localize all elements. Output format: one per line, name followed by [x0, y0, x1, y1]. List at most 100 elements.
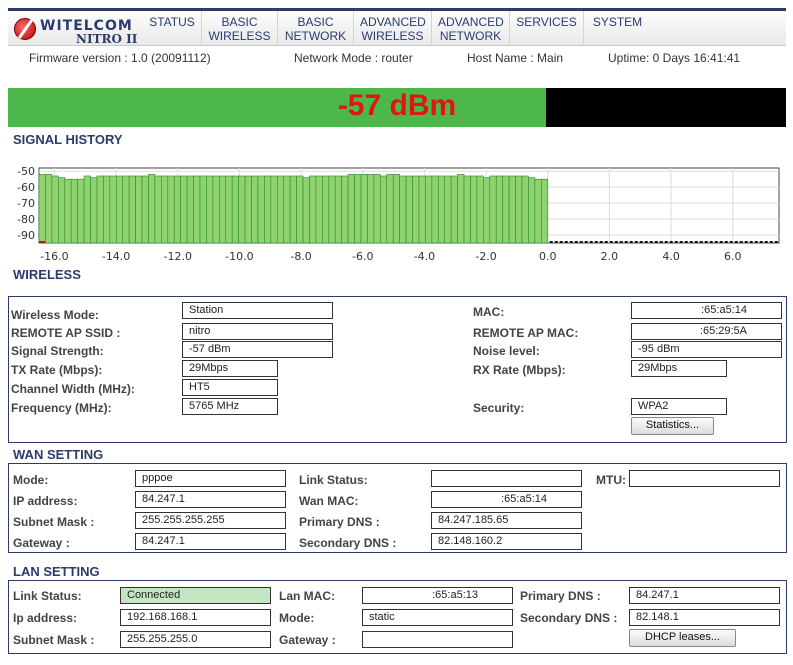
- brand-globe-icon: [14, 18, 36, 40]
- signal-bar: [425, 175, 433, 244]
- firmware-version: Firmware version : 1.0 (20091112): [29, 51, 211, 65]
- signal-bar: [276, 175, 285, 244]
- witelcom-logo[interactable]: WITELCOM NITRO II: [12, 14, 142, 46]
- x-tick-label: 6.0: [724, 250, 742, 263]
- wan-panel: Mode: pppoe IP address: 84.247.1 Subnet …: [8, 463, 787, 553]
- signal-bar: [257, 175, 265, 244]
- noise-level-label: Noise level:: [473, 344, 540, 358]
- signal-bar: [347, 174, 355, 244]
- signal-bar: [96, 175, 104, 244]
- signal-bar: [502, 175, 510, 244]
- x-tick-label: 4.0: [662, 250, 680, 263]
- wan-mtu-label: MTU:: [596, 473, 626, 487]
- signal-bar: [495, 175, 503, 244]
- signal-bar: [58, 177, 66, 244]
- wan-secondary-dns-field: 82.148.160.2: [431, 533, 582, 550]
- nav-advanced-wireless-line1: ADVANCED: [360, 15, 426, 29]
- security-field: WPA2: [631, 398, 727, 415]
- nav-basic-network-line1: BASIC: [297, 15, 334, 29]
- signal-bar: [283, 175, 291, 244]
- wireless-mode-field: Station: [182, 302, 333, 319]
- signal-bar: [489, 175, 497, 244]
- nav-basic-wireless-line2: WIRELESS: [208, 29, 271, 43]
- nav-status[interactable]: STATUS: [143, 11, 201, 46]
- signal-bar: [386, 174, 394, 244]
- signal-bar: [122, 175, 130, 244]
- dhcp-leases-button[interactable]: DHCP leases...: [629, 629, 736, 647]
- nav-system[interactable]: SYSTEM: [583, 11, 651, 46]
- signal-bar: [135, 175, 143, 244]
- signal-bar: [528, 177, 536, 244]
- signal-bar: [251, 175, 259, 244]
- nav-basic-wireless[interactable]: BASIC WIRELESS: [201, 11, 277, 46]
- signal-bar: [103, 175, 111, 244]
- signal-bar: [83, 175, 91, 244]
- wan-section-title: WAN SETTING: [13, 447, 104, 462]
- y-tick-label: -60: [17, 181, 35, 194]
- signal-bar: [180, 175, 188, 244]
- signal-bar: [128, 175, 136, 244]
- wan-mode-field: pppoe: [135, 470, 286, 487]
- rx-rate-field: 29Mbps: [631, 360, 727, 377]
- nav-advanced-network-line2: NETWORK: [439, 29, 502, 43]
- lan-secondary-dns-label: Secondary DNS :: [520, 611, 618, 625]
- signal-bar: [148, 174, 156, 244]
- lan-primary-dns-field: 84.247.1: [629, 587, 780, 604]
- wan-gateway-field: 84.247.1: [135, 533, 286, 550]
- lan-mac-label: Lan MAC:: [279, 589, 335, 603]
- signal-bar: [173, 175, 181, 244]
- signal-bar: [296, 175, 304, 244]
- signal-bar: [541, 178, 549, 244]
- wan-secondary-dns-label: Secondary DNS :: [299, 536, 397, 550]
- signal-bar: [405, 175, 413, 244]
- signal-bar: [109, 175, 117, 244]
- signal-bar: [70, 178, 78, 244]
- lan-mode-field: static: [362, 609, 513, 626]
- lan-panel: Link Status: Connected Ip address: 192.1…: [8, 580, 787, 654]
- mac-field: :65:a5:14: [631, 302, 782, 319]
- mac-label: MAC:: [473, 305, 505, 319]
- wan-subnet-label: Subnet Mask :: [13, 515, 95, 529]
- signal-bar: [225, 175, 233, 244]
- signal-bar: [412, 175, 420, 244]
- lan-mode-label: Mode:: [279, 611, 315, 625]
- wan-subnet-field: 255.255.255.255: [135, 512, 286, 529]
- signal-bar: [51, 175, 59, 244]
- lan-gateway-label: Gateway :: [279, 633, 336, 647]
- signal-strength-field: -57 dBm: [182, 341, 333, 358]
- signal-bar: [141, 175, 149, 244]
- signal-bar: [399, 175, 407, 244]
- frequency-label: Frequency (MHz):: [11, 401, 112, 415]
- signal-bar: [521, 175, 529, 244]
- signal-bar: [322, 175, 330, 244]
- wan-mac-field: :65:a5:14: [431, 491, 582, 508]
- signal-bar: [367, 174, 375, 244]
- nav-basic-wireless-line1: BASIC: [221, 15, 258, 29]
- signal-bar: [38, 174, 46, 244]
- y-tick-label: -50: [17, 165, 35, 178]
- signal-bar: [167, 175, 175, 244]
- security-label: Security:: [473, 401, 525, 415]
- signal-bar: [483, 177, 491, 244]
- x-tick-label: -10.0: [225, 250, 253, 263]
- signal-bar: [309, 175, 317, 244]
- nav-services-label: SERVICES: [516, 15, 577, 29]
- nav-status-label: STATUS: [149, 15, 195, 29]
- noise-level-field: -95 dBm: [631, 341, 782, 358]
- rx-rate-label: RX Rate (Mbps):: [473, 363, 566, 377]
- signal-bar: [380, 175, 388, 244]
- network-mode: Network Mode : router: [294, 51, 413, 65]
- signal-bar: [334, 175, 342, 244]
- x-tick-label: -12.0: [164, 250, 192, 263]
- nav-advanced-network[interactable]: ADVANCED NETWORK: [431, 11, 509, 46]
- signal-bar: [193, 175, 201, 244]
- nav-basic-network[interactable]: BASIC NETWORK: [277, 11, 353, 46]
- statistics-button[interactable]: Statistics...: [631, 417, 714, 435]
- lan-section-title: LAN SETTING: [13, 564, 100, 579]
- nav-advanced-wireless[interactable]: ADVANCED WIRELESS: [353, 11, 431, 46]
- lan-subnet-field: 255.255.255.0: [120, 631, 271, 648]
- wan-mode-label: Mode:: [13, 473, 49, 487]
- nav-services[interactable]: SERVICES: [509, 11, 583, 46]
- signal-bar: [431, 175, 439, 244]
- wireless-mode-label: Wireless Mode:: [11, 308, 99, 322]
